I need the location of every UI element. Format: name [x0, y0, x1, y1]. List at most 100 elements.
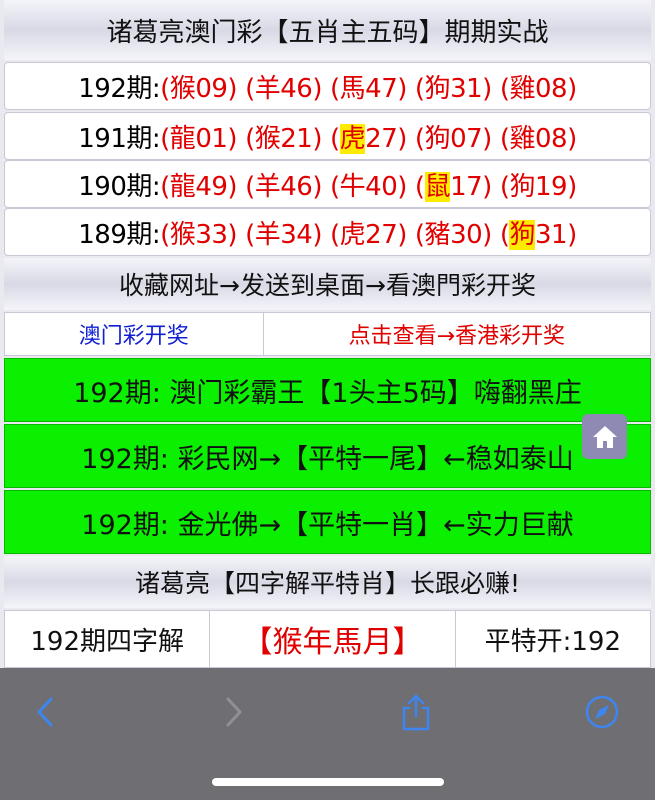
- zodiac-number: (猴21): [245, 118, 322, 155]
- close-paren: ): [482, 73, 492, 104]
- open-paren: (: [414, 219, 425, 250]
- open-paren: (: [414, 123, 425, 154]
- draw-number: 30: [450, 219, 483, 250]
- draw-number: 19: [535, 171, 568, 202]
- section-title: 诸葛亮【四字解平特肖】长跟必赚!: [4, 556, 651, 608]
- zodiac-number: (狗07): [415, 118, 492, 155]
- close-paren: ): [227, 219, 238, 250]
- macau-results-link[interactable]: 澳门彩开奖: [4, 312, 264, 356]
- draw-number: 08: [535, 123, 568, 154]
- zodiac-sign: 猴: [254, 123, 281, 154]
- draw-number: 21: [280, 123, 313, 154]
- close-paren: ): [312, 219, 322, 250]
- open-paren: (: [245, 73, 255, 104]
- open-paren: (: [160, 219, 170, 250]
- four-char-phrase: 【猴年馬月】: [210, 610, 456, 668]
- zodiac-sign: 虎: [339, 123, 366, 154]
- zodiac-sign: 牛: [339, 171, 366, 202]
- period-label: 189期:: [78, 219, 161, 250]
- zodiac-number: (豬30): [415, 214, 492, 251]
- zodiac-sign: 龍: [169, 171, 196, 202]
- zodiac-sign: 鼠: [424, 171, 451, 202]
- draw-number: 07: [450, 123, 483, 154]
- share-icon[interactable]: [398, 692, 434, 732]
- zodiac-sign: 豬: [424, 219, 451, 250]
- draw-row: 191期: (龍01) (猴21) (虎27) (狗07) (雞08): [4, 112, 651, 160]
- zodiac-number: (猴33): [160, 214, 237, 251]
- open-paren: (: [329, 219, 340, 250]
- draw-number: 46: [280, 73, 313, 104]
- open-paren: (: [329, 73, 340, 104]
- four-char-result: 平特开:192: [455, 610, 651, 668]
- zodiac-sign: 羊: [254, 73, 281, 104]
- draw-number: 40: [365, 171, 398, 202]
- zodiac-sign: 狗: [509, 171, 535, 202]
- close-paren: ): [567, 171, 577, 202]
- zodiac-number: (馬47): [330, 68, 407, 105]
- zodiac-number: (牛40): [330, 166, 407, 203]
- open-paren: (: [245, 171, 255, 202]
- close-paren: ): [397, 171, 407, 202]
- draw-number: 27: [365, 219, 398, 250]
- zodiac-number: (虎27): [330, 214, 407, 251]
- hongkong-results-link[interactable]: 点击查看→香港彩开奖: [263, 312, 651, 356]
- promo-banner[interactable]: 192期: 彩民网→【平特一尾】←稳如泰山: [4, 424, 651, 488]
- zodiac-sign: 馬: [339, 73, 366, 104]
- zodiac-sign: 羊: [254, 219, 281, 250]
- open-paren: (: [160, 73, 170, 104]
- zodiac-sign: 虎: [339, 219, 366, 250]
- compass-icon[interactable]: [584, 692, 620, 732]
- web-page: 诸葛亮澳门彩【五肖主五码】期期实战 192期: (猴09) (羊46) (馬47) (狗…: [0, 0, 655, 668]
- home-icon[interactable]: [582, 414, 627, 459]
- open-paren: (: [329, 123, 340, 154]
- close-paren: ): [312, 171, 322, 202]
- draw-row: 189期: (猴33) (羊34) (虎27) (豬30) (狗31): [4, 208, 651, 256]
- draw-number: 33: [195, 219, 228, 250]
- open-paren: (: [160, 171, 170, 202]
- link-row: 澳门彩开奖 点击查看→香港彩开奖: [4, 312, 651, 356]
- close-paren: ): [227, 171, 238, 202]
- draw-number: 08: [535, 73, 568, 104]
- close-paren: ): [227, 123, 238, 154]
- close-paren: ): [397, 73, 407, 104]
- zodiac-number: (羊46): [245, 166, 322, 203]
- open-paren: (: [245, 123, 255, 154]
- bookmark-banner: 收藏网址→发送到桌面→看澳門彩开奖: [4, 258, 651, 310]
- zodiac-number: (龍01): [160, 118, 237, 155]
- zodiac-number: (羊46): [245, 68, 322, 105]
- close-paren: ): [397, 123, 407, 154]
- close-paren: ): [567, 123, 577, 154]
- period-label: 191期:: [78, 123, 161, 154]
- zodiac-sign: 雞: [509, 123, 535, 154]
- promo-banner[interactable]: 192期: 澳门彩霸王【1头主5码】嗨翻黑庄: [4, 358, 651, 422]
- zodiac-sign: 雞: [509, 73, 535, 104]
- zodiac-sign: 狗: [424, 73, 451, 104]
- draw-number: 34: [280, 219, 313, 250]
- zodiac-number: (羊34): [245, 214, 322, 251]
- draw-number: 17: [450, 171, 483, 202]
- open-paren: (: [160, 123, 170, 154]
- open-paren: (: [414, 171, 425, 202]
- promo-banner[interactable]: 192期: 金光佛→【平特一肖】←实力巨献: [4, 490, 651, 554]
- chevron-left-icon[interactable]: [27, 692, 63, 732]
- close-paren: ): [482, 171, 492, 202]
- open-paren: (: [414, 73, 425, 104]
- zodiac-number: (狗19): [500, 166, 577, 203]
- page-title: 诸葛亮澳门彩【五肖主五码】期期实战: [4, 0, 651, 60]
- draw-number: 31: [535, 219, 568, 250]
- close-paren: ): [397, 219, 407, 250]
- zodiac-number: (龍49): [160, 166, 237, 203]
- close-paren: ): [312, 123, 322, 154]
- four-char-label: 192期四字解: [4, 610, 211, 668]
- zodiac-sign: 猴: [169, 219, 196, 250]
- draw-number: 49: [195, 171, 228, 202]
- chevron-right-icon[interactable]: [216, 692, 252, 732]
- zodiac-number: (雞08): [500, 68, 577, 105]
- draw-number: 27: [365, 123, 398, 154]
- zodiac-number: (虎27): [330, 118, 407, 155]
- draw-row: 192期: (猴09) (羊46) (馬47) (狗31) (雞08): [4, 62, 651, 110]
- zodiac-number: (狗31): [415, 68, 492, 105]
- zodiac-number: (猴09): [160, 68, 237, 105]
- draw-row: 190期: (龍49) (羊46) (牛40) (鼠17) (狗19): [4, 160, 651, 208]
- home-indicator: [212, 778, 444, 786]
